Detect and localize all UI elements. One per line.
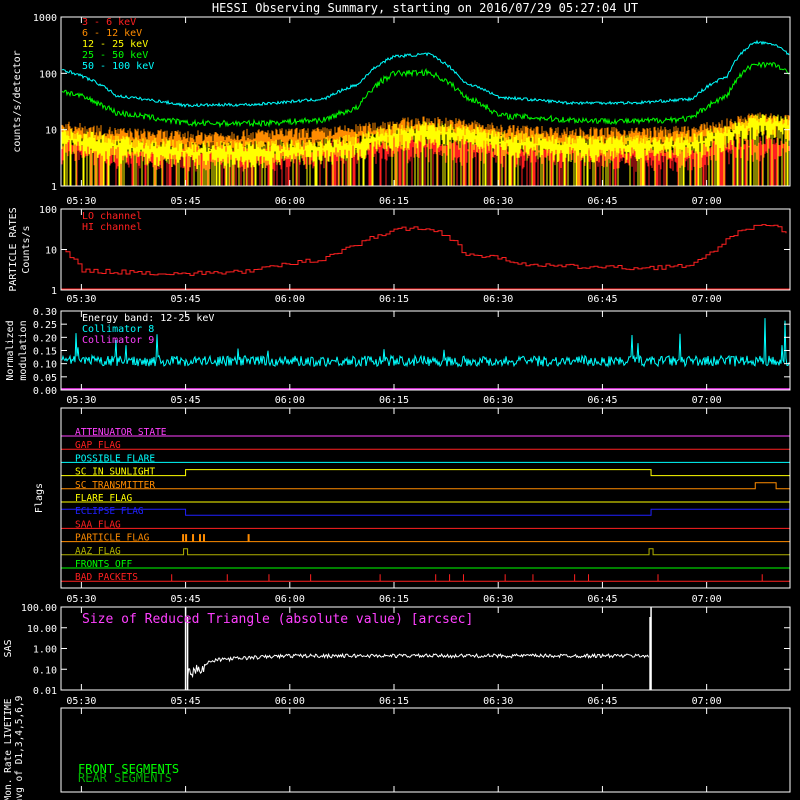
- sas-tick-label: 07:00: [692, 696, 722, 707]
- sas-panel: 0.01 0.10 1.00 10.00 100.00 SAS Size of Reduce…: [3, 603, 791, 707]
- flags-ylabel: Flags: [34, 483, 45, 513]
- lo-channel-line: [62, 224, 787, 276]
- modulation-tick-label: 05:30: [66, 395, 96, 406]
- legend-entry: LO channel: [82, 211, 142, 222]
- modulation-ylabel: Normalized: [5, 320, 16, 380]
- count-rate-tick-label: 07:00: [692, 196, 722, 207]
- flag-line: [61, 548, 790, 556]
- sas-tick-label: 06:30: [483, 696, 513, 707]
- flag-line: [61, 508, 790, 516]
- flags-frame: [60, 407, 791, 589]
- particle-tick-label: 06:30: [483, 294, 513, 305]
- sas-ytick-label: 0.10: [33, 665, 57, 676]
- modulation-ytick-label: 0.30: [33, 307, 57, 318]
- particle-tick-label: 05:30: [66, 294, 96, 305]
- count-rate-ytick-label: 1: [51, 182, 57, 193]
- legend-entry: REAR SEGMENTS: [78, 771, 172, 785]
- sas-ylabel: SAS: [3, 639, 14, 657]
- flag-line: [61, 574, 790, 582]
- count-rate-tick-label: 05:30: [66, 196, 96, 207]
- sas-ytick-label: 0.01: [33, 686, 57, 697]
- flags-tick-label: 06:45: [587, 594, 617, 605]
- modulation-tick-label: 06:15: [379, 395, 409, 406]
- modulation-tick-label: 06:45: [587, 395, 617, 406]
- count-rate-ytick-label: 100: [39, 69, 57, 80]
- particle-tick-label: 07:00: [692, 294, 722, 305]
- particle-ytick-label: 100: [39, 205, 57, 216]
- modulation-ytick-label: 0.15: [33, 347, 57, 358]
- sas-line: [187, 652, 650, 680]
- flags-panel: ATTENUATOR STATEGAP FLAGPOSSIBLE FLARESC…: [34, 407, 791, 605]
- observing-summary: HESSI Observing Summary, starting on 201…: [3, 1, 791, 800]
- particle-tick-label: 05:45: [171, 294, 201, 305]
- count-rate-ylabel: counts/s/detector: [12, 50, 23, 152]
- flag-line: [61, 482, 790, 490]
- flags-tick-label: 06:30: [483, 594, 513, 605]
- count-rate-tick-label: 06:00: [275, 196, 305, 207]
- flags-tick-label: 06:15: [379, 594, 409, 605]
- modulation-ytick-label: 0.05: [33, 373, 57, 384]
- sas-tick-label: 06:00: [275, 696, 305, 707]
- count-rate-tick-label: 06:30: [483, 196, 513, 207]
- particle-rate-panel: 1 10 100 PARTICLE RATES Counts/s LO channelHI…: [8, 205, 791, 305]
- count-rate-ytick-label: 1000: [33, 13, 57, 24]
- modulation-tick-label: 06:30: [483, 395, 513, 406]
- legend-entry: 6 - 12 keV: [82, 28, 142, 39]
- sas-tick-label: 05:30: [66, 696, 96, 707]
- legend-entry: 25 - 50 keV: [82, 50, 148, 61]
- flags-tick-label: 05:30: [66, 594, 96, 605]
- particle-frame: [60, 208, 791, 291]
- sas-tick-label: 06:15: [379, 696, 409, 707]
- legend-entry: HI channel: [82, 222, 142, 233]
- flag-line: [61, 534, 790, 543]
- particle-ylabel: PARTICLE RATES: [8, 207, 19, 291]
- flag-line: [61, 469, 790, 477]
- modulation-tick-label: 07:00: [692, 395, 722, 406]
- modulation-ytick-label: 0.00: [33, 386, 57, 397]
- particle-tick-label: 06:15: [379, 294, 409, 305]
- legend-entry: Collimator 9: [82, 335, 154, 346]
- modulation-panel: 0.00 0.05 0.10 0.15 0.20 0.25 0.30 Normalized mo…: [5, 307, 791, 406]
- count-rate-ytick-label: 10: [45, 126, 57, 137]
- sas-ytick-label: 1.00: [33, 645, 57, 656]
- particle-tick-label: 06:45: [587, 294, 617, 305]
- legend-entry: 3 - 6 keV: [82, 17, 136, 28]
- legend-entry: 50 - 100 keV: [82, 61, 154, 72]
- particle-ytick-label: 1: [51, 286, 57, 297]
- count-rate-tick-label: 05:45: [171, 196, 201, 207]
- modulation-tick-label: 06:00: [275, 395, 305, 406]
- legend-entry: 12 - 25 keV: [82, 39, 148, 50]
- modulation-tick-label: 05:45: [171, 395, 201, 406]
- livetime-ylabel2: avg of D1,3,4,5,6,9: [14, 695, 25, 800]
- modulation-ylabel2: modulation: [18, 320, 29, 380]
- legend-entry: Collimator 8: [82, 324, 154, 335]
- sas-tick-label: 06:45: [587, 696, 617, 707]
- modulation-ytick-label: 0.20: [33, 333, 57, 344]
- count-rate-tick-label: 06:45: [587, 196, 617, 207]
- flag-label: ECLIPSE FLAG: [75, 506, 144, 517]
- flags-tick-label: 05:45: [171, 594, 201, 605]
- particle-tick-label: 06:00: [275, 294, 305, 305]
- collimator-8-line: [61, 318, 790, 368]
- sas-tick-label: 05:45: [171, 696, 201, 707]
- count-rate-panel: 1 10 100 1000 counts/s/detector 3 - 6 keV6 - …: [12, 13, 791, 207]
- count-rate-tick-label: 06:15: [379, 196, 409, 207]
- sas-ytick-label: 100.00: [21, 603, 57, 614]
- chart-title: HESSI Observing Summary, starting on 201…: [212, 1, 638, 15]
- modulation-ytick-label: 0.25: [33, 320, 57, 331]
- modulation-ytick-label: 0.10: [33, 360, 57, 371]
- flags-tick-label: 06:00: [275, 594, 305, 605]
- livetime-ylabel: Mon. Rate LIVETIME: [3, 698, 14, 800]
- energy-band-annotation: Energy band: 12-25 keV: [82, 313, 214, 324]
- flags-tick-label: 07:00: [692, 594, 722, 605]
- particle-ytick-label: 10: [45, 246, 57, 257]
- sas-ytick-label: 10.00: [27, 624, 57, 635]
- sas-annotation: Size of Reduced Triangle (absolute value…: [82, 612, 473, 627]
- livetime-panel: Mon. Rate LIVETIME avg of D1,3,4,5,6,9 FRO…: [3, 695, 791, 800]
- particle-ylabel-units: Counts/s: [21, 225, 32, 273]
